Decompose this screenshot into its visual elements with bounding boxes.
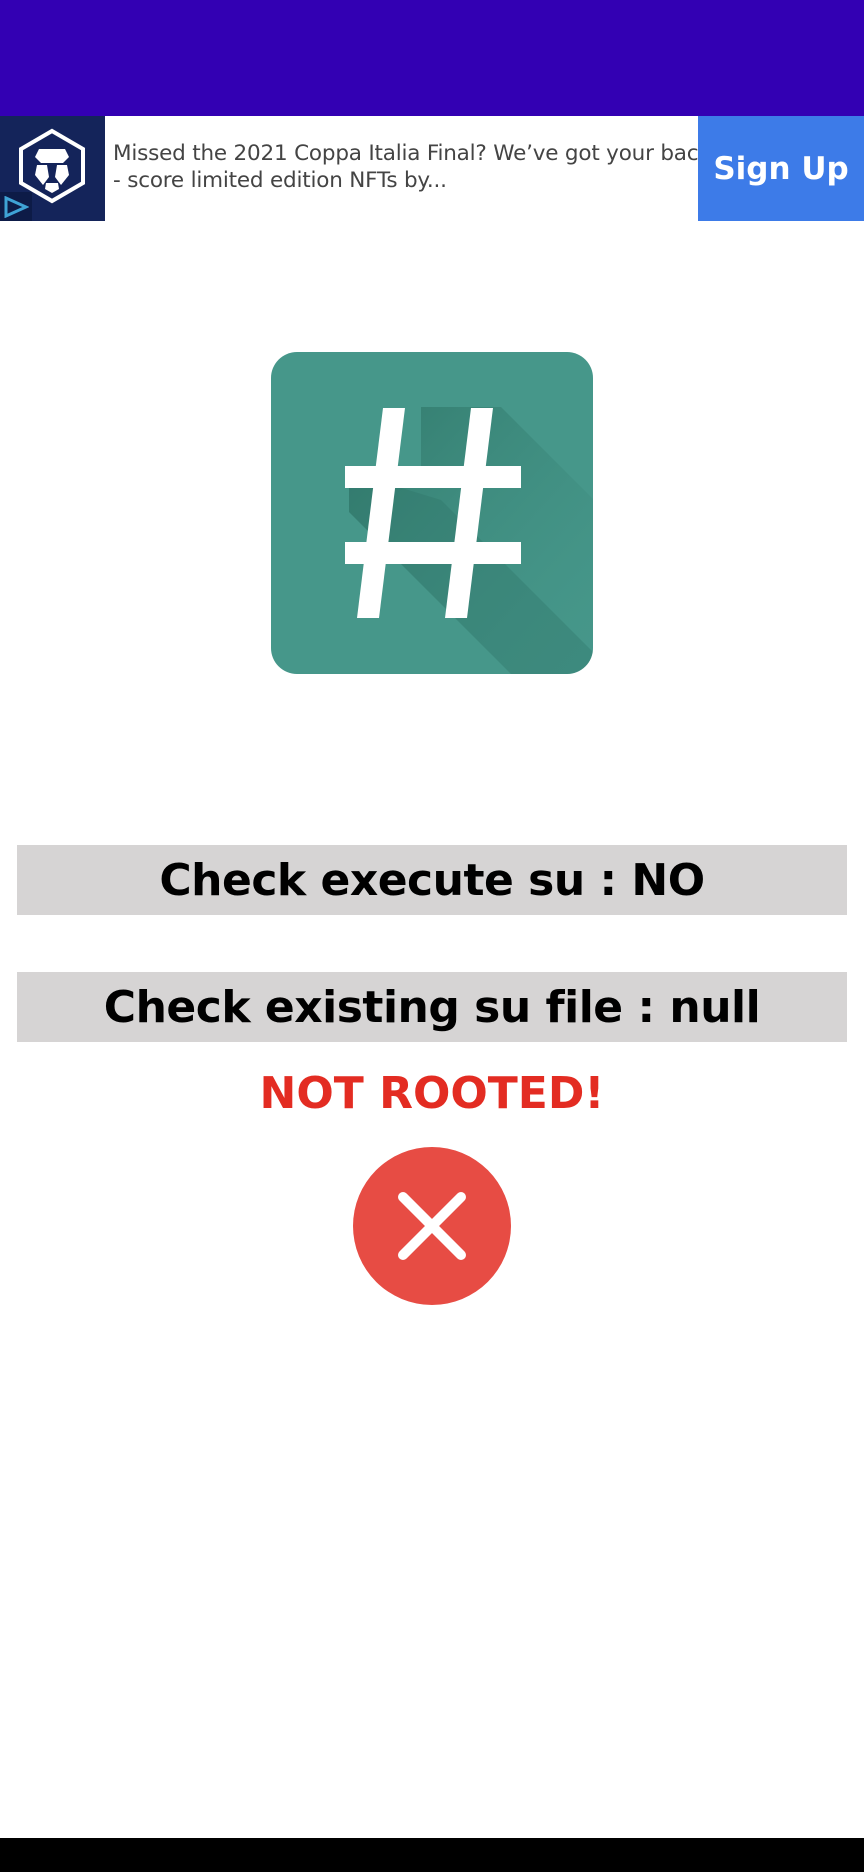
sign-up-button[interactable]: Sign Up	[698, 116, 864, 221]
hash-terminal-icon	[271, 352, 593, 674]
adchoices-icon[interactable]	[0, 192, 32, 221]
root-status-label: NOT ROOTED!	[259, 1068, 605, 1119]
check-existing-su-file-row: Check existing su file : null	[17, 972, 847, 1042]
status-bar	[0, 0, 864, 116]
ad-banner[interactable]: Missed the 2021 Coppa Italia Final? We’v…	[0, 116, 864, 221]
ad-headline-line-1: Missed the 2021 Coppa Italia Final? We’v…	[113, 141, 711, 166]
check-execute-su-row: Check execute su : NO	[17, 845, 847, 915]
close-circle-icon	[353, 1147, 511, 1305]
advertiser-logo[interactable]	[0, 116, 105, 221]
ad-headline[interactable]: Missed the 2021 Coppa Italia Final? We’v…	[113, 140, 711, 194]
ad-headline-line-2: - score limited edition NFTs by...	[113, 168, 447, 193]
navigation-bar	[0, 1838, 864, 1872]
